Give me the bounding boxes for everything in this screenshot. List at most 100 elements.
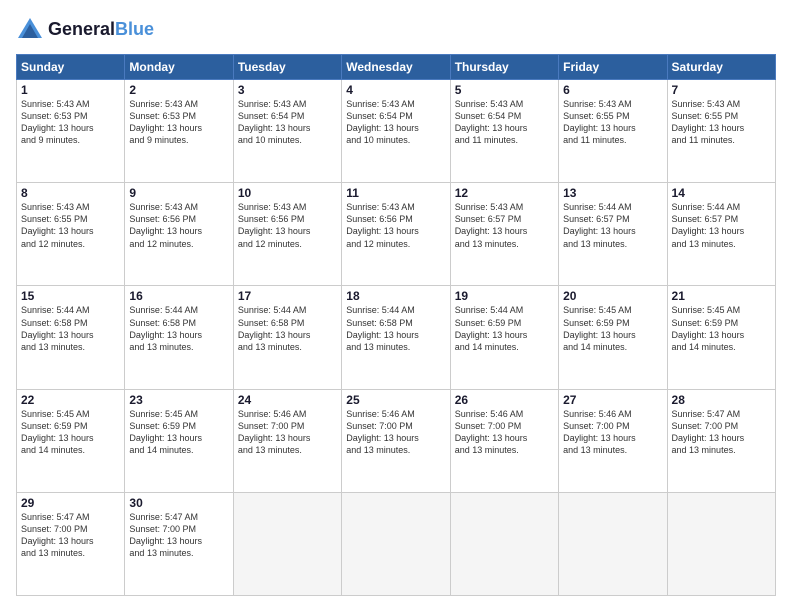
day-number: 29 [21, 496, 120, 510]
day-number: 21 [672, 289, 771, 303]
calendar-cell: 8Sunrise: 5:43 AMSunset: 6:55 PMDaylight… [17, 183, 125, 286]
day-info: Sunrise: 5:45 AMSunset: 6:59 PMDaylight:… [129, 408, 228, 457]
day-number: 18 [346, 289, 445, 303]
calendar-cell [559, 492, 667, 595]
calendar-cell [233, 492, 341, 595]
day-number: 2 [129, 83, 228, 97]
calendar-cell: 20Sunrise: 5:45 AMSunset: 6:59 PMDayligh… [559, 286, 667, 389]
day-info: Sunrise: 5:44 AMSunset: 6:58 PMDaylight:… [238, 304, 337, 353]
calendar-cell: 30Sunrise: 5:47 AMSunset: 7:00 PMDayligh… [125, 492, 233, 595]
day-number: 12 [455, 186, 554, 200]
day-info: Sunrise: 5:43 AMSunset: 6:53 PMDaylight:… [21, 98, 120, 147]
calendar-cell: 1Sunrise: 5:43 AMSunset: 6:53 PMDaylight… [17, 80, 125, 183]
day-info: Sunrise: 5:46 AMSunset: 7:00 PMDaylight:… [455, 408, 554, 457]
calendar-cell: 21Sunrise: 5:45 AMSunset: 6:59 PMDayligh… [667, 286, 775, 389]
calendar-cell: 17Sunrise: 5:44 AMSunset: 6:58 PMDayligh… [233, 286, 341, 389]
calendar-week-3: 22Sunrise: 5:45 AMSunset: 6:59 PMDayligh… [17, 389, 776, 492]
calendar-cell: 16Sunrise: 5:44 AMSunset: 6:58 PMDayligh… [125, 286, 233, 389]
day-info: Sunrise: 5:47 AMSunset: 7:00 PMDaylight:… [129, 511, 228, 560]
calendar-table: SundayMondayTuesdayWednesdayThursdayFrid… [16, 54, 776, 596]
day-number: 26 [455, 393, 554, 407]
day-number: 9 [129, 186, 228, 200]
calendar-week-0: 1Sunrise: 5:43 AMSunset: 6:53 PMDaylight… [17, 80, 776, 183]
calendar-cell: 19Sunrise: 5:44 AMSunset: 6:59 PMDayligh… [450, 286, 558, 389]
calendar-cell: 23Sunrise: 5:45 AMSunset: 6:59 PMDayligh… [125, 389, 233, 492]
calendar-cell: 24Sunrise: 5:46 AMSunset: 7:00 PMDayligh… [233, 389, 341, 492]
day-number: 16 [129, 289, 228, 303]
calendar-cell: 5Sunrise: 5:43 AMSunset: 6:54 PMDaylight… [450, 80, 558, 183]
logo-icon [16, 16, 44, 44]
calendar-cell: 14Sunrise: 5:44 AMSunset: 6:57 PMDayligh… [667, 183, 775, 286]
logo-text: GeneralBlue [48, 20, 154, 40]
day-number: 1 [21, 83, 120, 97]
logo: GeneralBlue [16, 16, 154, 44]
header: GeneralBlue [16, 16, 776, 44]
calendar-cell: 3Sunrise: 5:43 AMSunset: 6:54 PMDaylight… [233, 80, 341, 183]
day-number: 8 [21, 186, 120, 200]
day-info: Sunrise: 5:43 AMSunset: 6:56 PMDaylight:… [346, 201, 445, 250]
day-number: 17 [238, 289, 337, 303]
calendar-cell: 10Sunrise: 5:43 AMSunset: 6:56 PMDayligh… [233, 183, 341, 286]
day-info: Sunrise: 5:43 AMSunset: 6:56 PMDaylight:… [238, 201, 337, 250]
day-info: Sunrise: 5:43 AMSunset: 6:57 PMDaylight:… [455, 201, 554, 250]
day-number: 14 [672, 186, 771, 200]
day-info: Sunrise: 5:46 AMSunset: 7:00 PMDaylight:… [238, 408, 337, 457]
day-info: Sunrise: 5:47 AMSunset: 7:00 PMDaylight:… [672, 408, 771, 457]
col-header-friday: Friday [559, 55, 667, 80]
day-info: Sunrise: 5:43 AMSunset: 6:53 PMDaylight:… [129, 98, 228, 147]
calendar-cell [667, 492, 775, 595]
day-number: 30 [129, 496, 228, 510]
day-info: Sunrise: 5:44 AMSunset: 6:59 PMDaylight:… [455, 304, 554, 353]
day-info: Sunrise: 5:43 AMSunset: 6:55 PMDaylight:… [563, 98, 662, 147]
calendar-week-1: 8Sunrise: 5:43 AMSunset: 6:55 PMDaylight… [17, 183, 776, 286]
day-number: 23 [129, 393, 228, 407]
day-info: Sunrise: 5:44 AMSunset: 6:57 PMDaylight:… [672, 201, 771, 250]
calendar-cell: 2Sunrise: 5:43 AMSunset: 6:53 PMDaylight… [125, 80, 233, 183]
day-info: Sunrise: 5:45 AMSunset: 6:59 PMDaylight:… [563, 304, 662, 353]
day-number: 10 [238, 186, 337, 200]
day-info: Sunrise: 5:43 AMSunset: 6:54 PMDaylight:… [455, 98, 554, 147]
day-number: 15 [21, 289, 120, 303]
calendar-cell: 18Sunrise: 5:44 AMSunset: 6:58 PMDayligh… [342, 286, 450, 389]
day-info: Sunrise: 5:45 AMSunset: 6:59 PMDaylight:… [21, 408, 120, 457]
day-number: 24 [238, 393, 337, 407]
day-info: Sunrise: 5:45 AMSunset: 6:59 PMDaylight:… [672, 304, 771, 353]
calendar-cell [450, 492, 558, 595]
day-info: Sunrise: 5:43 AMSunset: 6:56 PMDaylight:… [129, 201, 228, 250]
day-info: Sunrise: 5:43 AMSunset: 6:54 PMDaylight:… [238, 98, 337, 147]
col-header-saturday: Saturday [667, 55, 775, 80]
calendar-cell [342, 492, 450, 595]
day-number: 27 [563, 393, 662, 407]
calendar-cell: 7Sunrise: 5:43 AMSunset: 6:55 PMDaylight… [667, 80, 775, 183]
day-info: Sunrise: 5:46 AMSunset: 7:00 PMDaylight:… [346, 408, 445, 457]
col-header-monday: Monday [125, 55, 233, 80]
day-info: Sunrise: 5:43 AMSunset: 6:54 PMDaylight:… [346, 98, 445, 147]
day-number: 22 [21, 393, 120, 407]
day-info: Sunrise: 5:47 AMSunset: 7:00 PMDaylight:… [21, 511, 120, 560]
calendar-cell: 25Sunrise: 5:46 AMSunset: 7:00 PMDayligh… [342, 389, 450, 492]
day-number: 25 [346, 393, 445, 407]
day-info: Sunrise: 5:43 AMSunset: 6:55 PMDaylight:… [21, 201, 120, 250]
calendar-cell: 13Sunrise: 5:44 AMSunset: 6:57 PMDayligh… [559, 183, 667, 286]
calendar-cell: 6Sunrise: 5:43 AMSunset: 6:55 PMDaylight… [559, 80, 667, 183]
day-info: Sunrise: 5:44 AMSunset: 6:58 PMDaylight:… [129, 304, 228, 353]
calendar-cell: 11Sunrise: 5:43 AMSunset: 6:56 PMDayligh… [342, 183, 450, 286]
day-number: 20 [563, 289, 662, 303]
day-info: Sunrise: 5:44 AMSunset: 6:58 PMDaylight:… [21, 304, 120, 353]
col-header-sunday: Sunday [17, 55, 125, 80]
day-info: Sunrise: 5:44 AMSunset: 6:57 PMDaylight:… [563, 201, 662, 250]
calendar-cell: 27Sunrise: 5:46 AMSunset: 7:00 PMDayligh… [559, 389, 667, 492]
calendar-week-2: 15Sunrise: 5:44 AMSunset: 6:58 PMDayligh… [17, 286, 776, 389]
day-number: 5 [455, 83, 554, 97]
day-info: Sunrise: 5:46 AMSunset: 7:00 PMDaylight:… [563, 408, 662, 457]
col-header-thursday: Thursday [450, 55, 558, 80]
day-number: 4 [346, 83, 445, 97]
day-number: 3 [238, 83, 337, 97]
day-number: 19 [455, 289, 554, 303]
calendar-week-4: 29Sunrise: 5:47 AMSunset: 7:00 PMDayligh… [17, 492, 776, 595]
day-number: 6 [563, 83, 662, 97]
page: GeneralBlue SundayMondayTuesdayWednesday… [0, 0, 792, 612]
calendar-cell: 15Sunrise: 5:44 AMSunset: 6:58 PMDayligh… [17, 286, 125, 389]
calendar-cell: 29Sunrise: 5:47 AMSunset: 7:00 PMDayligh… [17, 492, 125, 595]
col-header-wednesday: Wednesday [342, 55, 450, 80]
